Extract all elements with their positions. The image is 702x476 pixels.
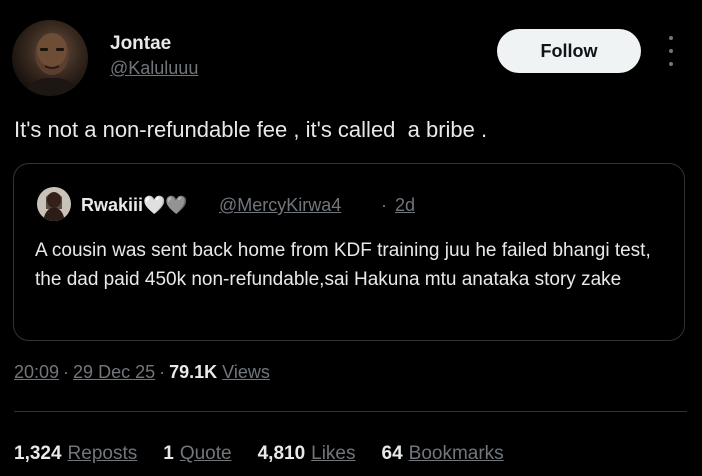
tweet-text: It's not a non-refundable fee , it's cal… [14,117,488,142]
tweet-time[interactable]: 20:09 [14,362,59,383]
author-handle[interactable]: @Kaluluuu [110,58,198,79]
views-label[interactable]: Views [222,362,270,383]
reposts-label: Reposts [67,443,138,464]
author-avatar[interactable] [12,20,88,96]
quoted-author-handle[interactable]: @MercyKirwa4 [219,195,341,216]
quotes-count: 1 [163,443,174,464]
quoted-profile-photo-icon [37,187,71,221]
bookmarks-stat[interactable]: 64 Bookmarks [382,443,504,465]
quoted-tweet-card[interactable]: Rwakiii🤍🩶 @MercyKirwa4 · 2d A cousin was… [13,163,685,341]
quoted-timestamp[interactable]: 2d [395,195,415,216]
engagement-stats: 1,324 Reposts 1 Quote 4,810 Likes 64 Boo… [14,443,530,465]
likes-count: 4,810 [257,443,306,464]
quoted-author-avatar[interactable] [37,187,71,221]
tweet-date[interactable]: 29 Dec 25 [73,362,155,383]
tweet-detail-view: Jontae @Kaluluuu Follow It's not a non-r… [0,0,702,476]
views-count: 79.1K [169,362,218,382]
meta-separator: · [63,362,70,382]
divider [14,411,687,412]
bookmarks-label: Bookmarks [408,443,504,464]
tweet-meta: 20:09 · 29 Dec 25 · 79.1K Views [14,362,270,383]
more-dot [669,36,673,40]
more-dot [669,62,673,66]
reposts-count: 1,324 [14,443,62,464]
quotes-label: Quote [179,443,232,464]
bookmarks-count: 64 [381,443,403,464]
follow-button[interactable]: Follow [497,29,641,73]
likes-label: Likes [311,443,356,464]
quoted-separator: · [381,195,387,215]
profile-photo-icon [22,33,82,96]
author-name[interactable]: Jontae [110,33,171,55]
quoted-author-name[interactable]: Rwakiii🤍🩶 [81,195,188,216]
more-options-icon[interactable] [664,36,678,66]
reposts-stat[interactable]: 1,324 Reposts [14,443,137,465]
quoted-tweet-text: A cousin was sent back home from KDF tra… [35,240,651,290]
quotes-stat[interactable]: 1 Quote [163,443,231,465]
likes-stat[interactable]: 4,810 Likes [258,443,356,465]
meta-separator: · [159,362,166,382]
more-dot [669,49,673,53]
